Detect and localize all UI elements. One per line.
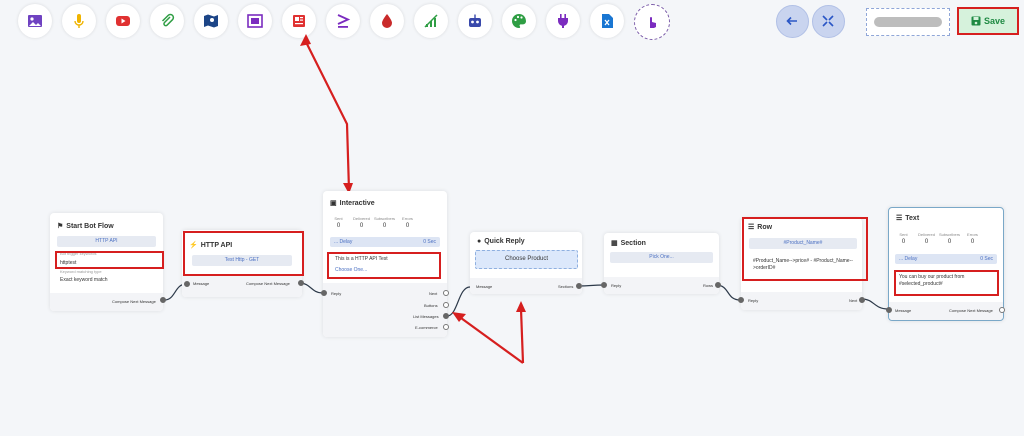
quick-reply-title: Quick Reply xyxy=(484,238,525,245)
message-port-label: Message xyxy=(895,308,912,313)
output-port[interactable] xyxy=(715,282,721,288)
delay-value: 0 Sec xyxy=(423,239,436,245)
chat-icon: ● xyxy=(477,238,482,245)
wire-row-text xyxy=(861,298,889,310)
node-section[interactable]: ▦ Section Pick One... Reply Rows xyxy=(601,233,721,294)
match-label: Keyword matching type xyxy=(60,269,102,274)
message-port-label: Message xyxy=(476,284,493,289)
node-title: ☰ Text xyxy=(896,214,919,222)
pick-one-button[interactable]: Pick One... xyxy=(610,252,713,263)
http-api-badge[interactable]: HTTP API xyxy=(57,236,156,247)
output-port-next[interactable] xyxy=(443,290,449,296)
sections-port-label: Sections xyxy=(558,284,574,289)
reply-port-label: Reply xyxy=(748,298,759,303)
stats-row: Sent 0 Delivered 0 Subscribers 0 Errors 0 xyxy=(892,232,984,245)
reply-port-label: Reply xyxy=(331,291,342,296)
input-port[interactable] xyxy=(184,281,190,287)
highlight-interactive-message xyxy=(327,252,441,279)
node-title: ● Quick Reply xyxy=(477,238,525,245)
grid-icon: ▦ xyxy=(611,240,618,247)
highlight-keyword xyxy=(55,251,164,269)
output-port[interactable] xyxy=(298,280,304,286)
reply-port-label: Reply xyxy=(611,283,622,288)
stat-subscribers: Subscribers 0 xyxy=(373,216,396,229)
stat-subscribers: Subscribers 0 xyxy=(938,232,961,245)
node-title: ⚑ Start Bot Flow xyxy=(57,222,114,230)
flag-icon: ⚑ xyxy=(57,223,64,230)
stat-sent: Sent 0 xyxy=(899,232,908,245)
next-port-label: Next xyxy=(849,298,858,303)
output-port[interactable] xyxy=(999,307,1005,313)
node-footer xyxy=(604,277,719,294)
output-port[interactable] xyxy=(160,297,166,303)
wire-interactive-quickreply xyxy=(446,286,471,317)
node-quick-reply[interactable]: ● Quick Reply Choose Product Message Sect… xyxy=(470,232,582,294)
message-port-label: Message xyxy=(193,281,210,286)
highlight-text-message xyxy=(894,270,999,296)
choose-product-button[interactable]: Choose Product xyxy=(475,250,578,269)
text-icon: ☰ xyxy=(896,215,903,222)
delay-bar[interactable]: ... Delay 0 Sec xyxy=(895,254,997,264)
compose-port-label: Compose Next Message xyxy=(949,308,993,313)
output-port-buttons[interactable] xyxy=(443,302,449,308)
input-port[interactable] xyxy=(601,282,607,288)
stat-delivered: Delivered 0 xyxy=(353,216,370,229)
output-buttons-label: Buttons xyxy=(424,303,438,308)
delay-label: ... Delay xyxy=(334,239,353,245)
compose-port-label: Compose Next Message xyxy=(246,281,290,286)
interactive-title: Interactive xyxy=(339,200,375,207)
node-footer xyxy=(741,292,862,310)
match-value[interactable]: Exact keyword match xyxy=(60,277,108,283)
stats-row: Sent 0 Delivered 0 Subscribers 0 Errors 0 xyxy=(327,216,419,229)
stat-errors: Errors 0 xyxy=(967,232,978,245)
delay-bar[interactable]: ... Delay 0 Sec xyxy=(330,237,440,247)
section-title: Section xyxy=(620,240,646,247)
node-title: ▣ Interactive xyxy=(330,199,375,207)
output-ecommerce-label: E-commerce xyxy=(415,325,438,330)
node-title: ▦ Section xyxy=(611,239,646,247)
input-port[interactable] xyxy=(321,290,327,296)
message-box-icon: ▣ xyxy=(330,200,337,207)
compose-next-label: Compose Next Message xyxy=(112,299,156,304)
output-next-label: Next xyxy=(429,291,438,296)
rows-port-label: Rows xyxy=(703,283,714,288)
highlight-http-api xyxy=(183,231,304,276)
text-title: Text xyxy=(905,215,920,222)
node-text[interactable]: ☰ Text Sent 0 Delivered 0 Subscribers 0 Erro… xyxy=(886,207,1005,321)
stat-sent: Sent 0 xyxy=(334,216,343,229)
highlight-row xyxy=(742,217,868,281)
stat-delivered: Delivered 0 xyxy=(918,232,935,245)
input-port[interactable] xyxy=(738,297,744,303)
delay-label: ... Delay xyxy=(899,256,918,262)
output-port[interactable] xyxy=(576,283,582,289)
output-list-label: List Messages xyxy=(413,314,439,319)
input-port[interactable] xyxy=(886,307,892,313)
stat-errors: Errors 0 xyxy=(402,216,413,229)
output-port[interactable] xyxy=(859,297,865,303)
output-port-ecommerce[interactable] xyxy=(443,324,449,330)
output-port-list[interactable] xyxy=(443,313,449,319)
start-title: Start Bot Flow xyxy=(66,223,114,230)
delay-value: 0 Sec xyxy=(980,256,993,262)
